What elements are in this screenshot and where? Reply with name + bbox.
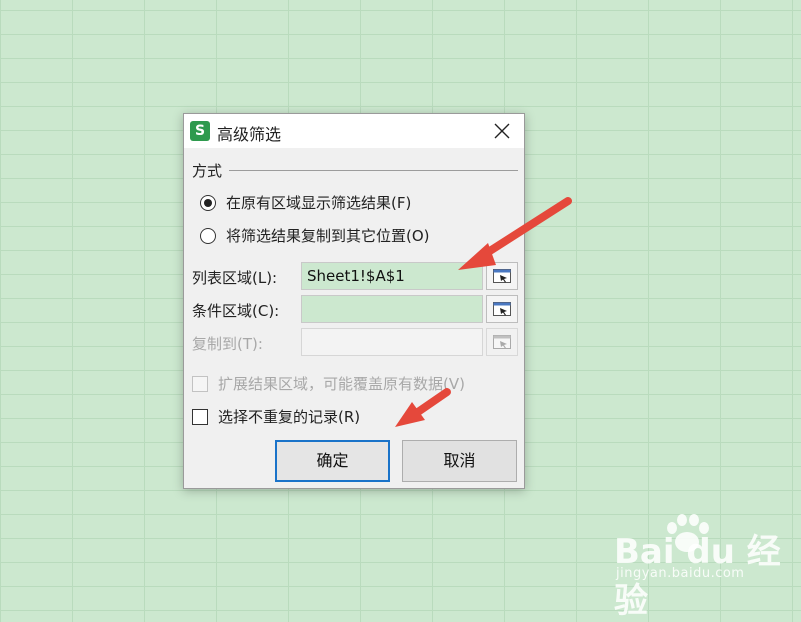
copy-to-input — [301, 328, 483, 356]
method-group-label: 方式 — [192, 162, 223, 180]
dialog-title: 高级筛选 — [217, 125, 282, 144]
checkbox — [192, 375, 208, 392]
checkbox-label: 选择不重复的记录(R) — [218, 408, 361, 426]
checkbox[interactable] — [192, 408, 208, 425]
expand-result-checkbox-row: 扩展结果区域，可能覆盖原有数据(V) — [192, 373, 465, 394]
radio-label: 将筛选结果复制到其它位置(O) — [226, 227, 430, 245]
radio-show-in-place[interactable]: 在原有区域显示筛选结果(F) — [200, 192, 411, 213]
radio-button-checked[interactable] — [200, 194, 216, 211]
copy-to-picker-button — [486, 328, 518, 356]
range-select-icon — [493, 302, 511, 316]
criteria-range-picker-button[interactable] — [486, 295, 518, 323]
dialog-titlebar: S 高级筛选 — [184, 114, 524, 148]
criteria-range-input[interactable] — [301, 295, 483, 323]
list-range-label: 列表区域(L): — [192, 269, 278, 287]
unique-records-checkbox-row[interactable]: 选择不重复的记录(R) — [192, 406, 360, 427]
radio-button[interactable] — [200, 227, 216, 244]
baidu-jingyan-watermark: Bai du 经验 jingyan.baidu.com — [614, 514, 794, 621]
ok-button[interactable]: 确定 — [275, 440, 390, 482]
close-icon — [494, 123, 510, 139]
criteria-range-label: 条件区域(C): — [192, 302, 280, 320]
list-range-picker-button[interactable] — [486, 262, 518, 290]
group-divider — [229, 170, 518, 171]
radio-copy-to-location[interactable]: 将筛选结果复制到其它位置(O) — [200, 225, 430, 246]
radio-label: 在原有区域显示筛选结果(F) — [226, 194, 412, 212]
range-select-icon — [493, 335, 511, 349]
watermark-url: jingyan.baidu.com — [616, 566, 745, 581]
cancel-button[interactable]: 取消 — [402, 440, 517, 482]
copy-to-label: 复制到(T): — [192, 335, 263, 353]
wps-spreadsheet-icon: S — [190, 121, 210, 141]
list-range-input[interactable]: Sheet1!$A$1 — [301, 262, 483, 290]
advanced-filter-dialog: S 高级筛选 方式 在原有区域显示筛选结果(F) 将筛选结果复制到其它位置(O)… — [183, 113, 525, 489]
checkbox-label: 扩展结果区域，可能覆盖原有数据(V) — [218, 375, 465, 393]
close-button[interactable] — [490, 119, 514, 143]
range-select-icon — [493, 269, 511, 283]
